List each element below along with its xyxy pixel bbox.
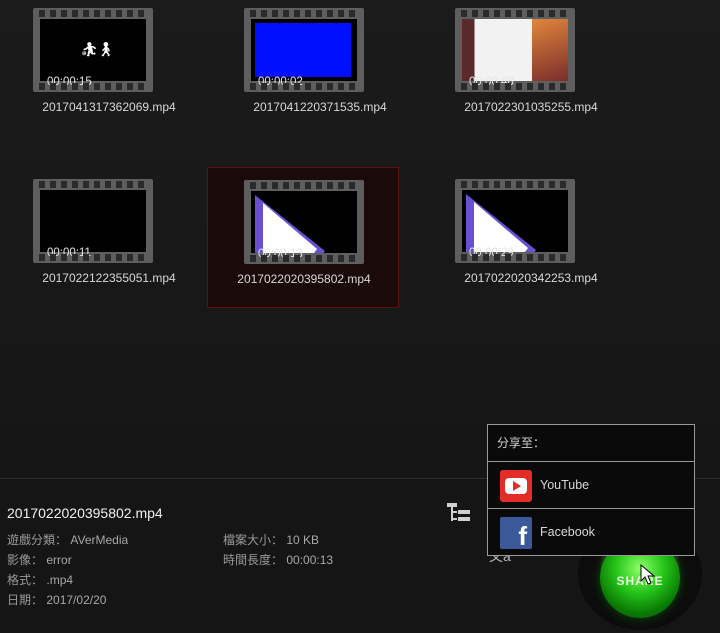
length-value: 00:00:13 bbox=[286, 553, 334, 567]
play-logo-icon bbox=[255, 195, 325, 253]
screenshot-thumbnail-image bbox=[462, 19, 568, 81]
length-row: 時間長度： 00:00:13 bbox=[223, 551, 333, 568]
video-duration: 00:00:48 bbox=[469, 76, 514, 88]
video-filename: 2017022122355051.mp4 bbox=[42, 271, 176, 285]
video-thumbnail[interactable]: 00:00:48 bbox=[455, 8, 575, 92]
video-item[interactable]: 00:00:02 2017041220371535.mp4 bbox=[214, 8, 426, 148]
format-label: 格式： bbox=[7, 573, 44, 587]
video-item[interactable]: 00:00:48 2017022301035255.mp4 bbox=[425, 8, 637, 148]
blue-thumbnail-image bbox=[255, 23, 351, 77]
settings-tree-icon[interactable] bbox=[445, 500, 475, 526]
video-value: error bbox=[46, 553, 72, 567]
video-duration: 00:00:15 bbox=[47, 76, 92, 88]
video-duration: 00:00:11 bbox=[47, 247, 91, 259]
video-filename: 2017022020342253.mp4 bbox=[464, 271, 598, 285]
video-thumbnail[interactable]: ⛹︎🚶︎ 00:00:15 bbox=[33, 8, 153, 92]
size-value: 10 KB bbox=[286, 533, 320, 547]
share-facebook-item[interactable]: f Facebook bbox=[488, 509, 694, 556]
share-youtube-label: YouTube bbox=[540, 478, 590, 492]
video-filename: 2017022020395802.mp4 bbox=[237, 272, 371, 286]
video-item[interactable]: ⛹︎🚶︎ 00:00:15 2017041317362069.mp4 bbox=[3, 8, 215, 148]
video-row: 影像： error bbox=[7, 551, 72, 568]
date-label: 日期： bbox=[7, 593, 44, 607]
facebook-icon: f bbox=[500, 517, 532, 549]
format-value: .mp4 bbox=[46, 573, 74, 587]
share-menu-header: 分享至： bbox=[488, 425, 694, 462]
category-label: 遊戲分類： bbox=[7, 533, 68, 547]
figures-thumbnail-image: ⛹︎🚶︎ bbox=[80, 41, 115, 57]
video-filename: 2017041317362069.mp4 bbox=[42, 100, 176, 114]
length-label: 時間長度： bbox=[223, 553, 284, 567]
date-row: 日期： 2017/02/20 bbox=[7, 591, 106, 608]
video-thumbnail[interactable]: 00:00:29 bbox=[455, 179, 575, 263]
category-value: AVerMedia bbox=[70, 533, 129, 547]
mouse-cursor-icon bbox=[640, 564, 656, 585]
video-filename: 2017022301035255.mp4 bbox=[464, 100, 598, 114]
video-item[interactable]: 00:00:29 2017022020342253.mp4 bbox=[425, 179, 637, 319]
play-logo-icon bbox=[466, 194, 536, 252]
video-label: 影像： bbox=[7, 553, 44, 567]
video-thumbnail[interactable]: 00:00:02 bbox=[244, 8, 364, 92]
format-row: 格式： .mp4 bbox=[7, 571, 73, 588]
video-duration: 00:00:02 bbox=[258, 76, 303, 88]
youtube-icon bbox=[500, 470, 532, 502]
video-thumbnail[interactable]: 00:00:13 bbox=[244, 180, 364, 264]
video-duration: 00:00:13 bbox=[258, 248, 303, 260]
date-value: 2017/02/20 bbox=[46, 593, 107, 607]
black-thumbnail-image bbox=[40, 190, 146, 252]
video-gallery: ⛹︎🚶︎ 00:00:15 2017041317362069.mp4 00:00… bbox=[0, 0, 720, 478]
video-filename: 2017041220371535.mp4 bbox=[253, 100, 387, 114]
selected-video-title: 2017022020395802.mp4 bbox=[7, 505, 163, 521]
video-duration: 00:00:29 bbox=[469, 247, 514, 259]
share-to-menu: 分享至： YouTube f Facebook bbox=[487, 424, 695, 556]
video-thumbnail[interactable]: 00:00:11 bbox=[33, 179, 153, 263]
video-item[interactable]: 00:00:11 2017022122355051.mp4 bbox=[3, 179, 215, 319]
video-item-selected[interactable]: 00:00:13 2017022020395802.mp4 bbox=[207, 167, 399, 308]
share-facebook-label: Facebook bbox=[540, 525, 595, 539]
size-label: 檔案大小： bbox=[223, 533, 284, 547]
size-row: 檔案大小： 10 KB bbox=[223, 531, 319, 548]
category-row: 遊戲分類： AVerMedia bbox=[7, 531, 128, 548]
share-youtube-item[interactable]: YouTube bbox=[488, 462, 694, 509]
